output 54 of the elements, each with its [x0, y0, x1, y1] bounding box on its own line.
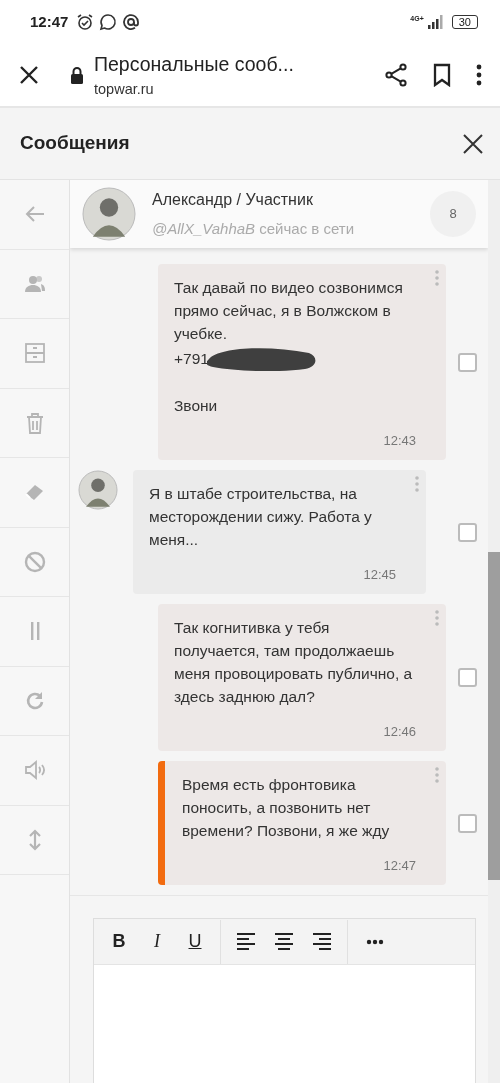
- scrollbar-thumb[interactable]: [488, 552, 500, 880]
- signal-icon: [427, 15, 444, 29]
- message-text: Я в штабе строительства, на месторождении сижу. Работа у меня...: [149, 484, 373, 550]
- close-button[interactable]: [462, 132, 484, 155]
- close-icon: [462, 132, 484, 155]
- share-button[interactable]: [384, 63, 408, 87]
- panel-title: Сообщения: [20, 131, 130, 156]
- menu-button[interactable]: [476, 64, 482, 86]
- message-text: Так когнитивка у тебя получается, там продолжаешь меня провоцировать публично, а здесь заднюю дал?: [174, 618, 414, 707]
- more-icon: [476, 64, 482, 86]
- message-time: 12:46: [382, 723, 416, 741]
- page-title: Персональные сооб...: [94, 51, 295, 77]
- message-text: Звони: [174, 396, 219, 416]
- bookmark-button[interactable]: [432, 63, 452, 87]
- message-checkbox[interactable]: [457, 813, 477, 833]
- message-checkbox[interactable]: [457, 522, 477, 542]
- italic-button[interactable]: I: [138, 919, 176, 964]
- message-count: 8: [430, 191, 476, 237]
- align-right-icon: [313, 933, 331, 950]
- message-time: 12:45: [362, 566, 396, 584]
- close-icon: [18, 64, 40, 86]
- avatar: [78, 470, 118, 510]
- avatar: [82, 187, 136, 241]
- alarm-icon: [76, 13, 95, 31]
- message-checkbox[interactable]: [457, 668, 477, 687]
- lock-icon: [70, 66, 84, 84]
- page-url: topwar.ru: [94, 79, 155, 99]
- bold-button[interactable]: B: [100, 919, 138, 964]
- at-sign-icon: [122, 13, 141, 31]
- status-time: 12:47: [30, 11, 69, 32]
- presence-status: сейчас в сети: [259, 219, 355, 237]
- align-center-icon: [275, 933, 293, 950]
- message-text: +791: [174, 348, 209, 369]
- block-icon: [23, 550, 46, 573]
- share-icon: [384, 63, 408, 87]
- archive-icon: [23, 342, 46, 365]
- contact-name: Александр / Участник: [152, 189, 314, 210]
- more-icon[interactable]: [435, 610, 439, 626]
- message-checkbox[interactable]: [457, 352, 477, 372]
- more-icon[interactable]: [435, 270, 439, 286]
- align-left-icon: [237, 933, 255, 950]
- message-text: Так давай по видео созвонимся прямо сейчас, я в Волжском в учебке.: [174, 278, 404, 344]
- chat-bubble-icon: [99, 13, 118, 31]
- more-icon[interactable]: [415, 476, 419, 492]
- underline-button[interactable]: U: [176, 919, 214, 964]
- battery-level: 30: [451, 15, 478, 29]
- more-icon: [366, 938, 384, 945]
- close-button[interactable]: [18, 64, 40, 86]
- bookmark-icon: [432, 63, 452, 87]
- speaker-icon: [23, 759, 46, 782]
- message-time: 12:43: [382, 432, 416, 450]
- message-time: 12:47: [382, 857, 416, 875]
- more-icon[interactable]: [435, 767, 439, 783]
- message-text: Время есть фронтовика поносить, а позвонить нет времени? Позвони, я же жду: [182, 775, 391, 841]
